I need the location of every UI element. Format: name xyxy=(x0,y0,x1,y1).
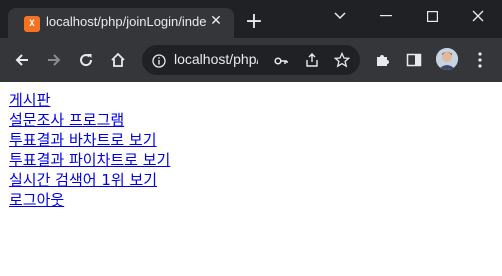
bookmark-star-icon[interactable] xyxy=(333,51,351,68)
close-tab-icon[interactable]: ✕ xyxy=(208,13,224,29)
extensions-icon[interactable] xyxy=(370,48,394,72)
menu-kebab-icon[interactable] xyxy=(468,48,492,72)
title-bar: X localhost/php/joinLogin/index.php ✕ + xyxy=(0,0,502,38)
maximize-icon[interactable] xyxy=(418,6,446,26)
page-content: 게시판 설문조사 프로그램 투표결과 바차트로 보기 투표결과 파이차트로 보기… xyxy=(0,82,502,276)
link-vote-pie-chart[interactable]: 투표결과 파이차트로 보기 xyxy=(9,150,170,170)
side-panel-icon[interactable] xyxy=(402,48,426,72)
xampp-favicon-icon: X xyxy=(24,16,40,32)
link-board[interactable]: 게시판 xyxy=(9,90,170,110)
back-icon[interactable] xyxy=(10,48,34,72)
new-tab-button[interactable]: + xyxy=(244,11,264,33)
link-logout[interactable]: 로그아웃 xyxy=(9,190,170,210)
address-url[interactable]: localhost/php/joinLogin/index.php xyxy=(174,51,258,69)
browser-tab[interactable]: X localhost/php/joinLogin/index.php ✕ xyxy=(8,8,234,38)
share-icon[interactable] xyxy=(304,52,320,68)
address-bar[interactable]: localhost/php/joinLogin/index.php xyxy=(142,45,360,75)
forward-icon[interactable] xyxy=(42,48,66,72)
tab-search-icon[interactable] xyxy=(326,6,354,26)
key-icon[interactable] xyxy=(274,53,288,67)
site-info-icon[interactable] xyxy=(152,53,166,68)
minimize-icon[interactable] xyxy=(372,6,400,26)
reload-icon[interactable] xyxy=(74,48,98,72)
nav-links: 게시판 설문조사 프로그램 투표결과 바차트로 보기 투표결과 파이차트로 보기… xyxy=(9,90,170,210)
link-top-search[interactable]: 실시간 검색어 1위 보기 xyxy=(9,170,170,190)
profile-avatar[interactable] xyxy=(436,48,458,70)
close-window-icon[interactable] xyxy=(464,6,492,26)
link-survey[interactable]: 설문조사 프로그램 xyxy=(9,110,170,130)
home-icon[interactable] xyxy=(106,48,130,72)
toolbar: localhost/php/joinLogin/index.php xyxy=(0,38,502,82)
link-vote-bar-chart[interactable]: 투표결과 바차트로 보기 xyxy=(9,130,170,150)
tab-title: localhost/php/joinLogin/index.php xyxy=(46,14,206,29)
